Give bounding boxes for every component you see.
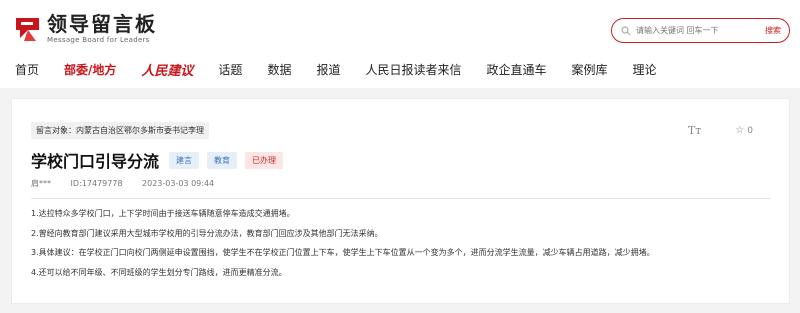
title-row: 学校门口引导分流 建言 教育 已办理: [31, 148, 291, 172]
content-paragraph: 1.达拉特众多学校门口，上下学时间由于接送车辆随意停车造成交通拥堵。: [31, 209, 295, 218]
nav-item-enterprise-direct[interactable]: 政企直通车: [486, 61, 546, 78]
message-date: 2023-03-03 09:44: [142, 179, 215, 188]
message-meta: 肩*** ID:17479778 2023-03-03 09:44: [31, 178, 231, 189]
nav-item-reports[interactable]: 报道: [316, 61, 340, 78]
nav-item-ministries-local[interactable]: 部委/地方: [64, 61, 116, 78]
nav-item-topics[interactable]: 话题: [218, 61, 242, 78]
nav-item-reader-letters[interactable]: 人民日报读者来信: [365, 61, 461, 78]
logo-icon: [16, 17, 39, 41]
logo-subtitle: Message Board for Leaders: [47, 36, 150, 44]
nav-item-case-library[interactable]: 案例库: [572, 61, 608, 78]
search-icon: [621, 25, 631, 35]
star-icon[interactable]: ☆: [735, 125, 744, 136]
message-content: 1.达拉特众多学校门口，上下学时间由于接送车辆随意停车造成交通拥堵。 2.曾经向…: [31, 209, 776, 287]
search-box: 搜索: [611, 18, 790, 43]
author: 肩***: [31, 179, 51, 188]
nav-item-people-suggestions[interactable]: 人民建议: [141, 60, 193, 79]
star-count: 0: [747, 125, 753, 136]
main-nav: 首页 部委/地方 人民建议 话题 数据 报道 人民日报读者来信 政企直通车 案例…: [0, 55, 800, 83]
tag-education: 教育: [207, 151, 238, 169]
content-paragraph: 2.曾经向教育部门建议采用大型城市学校用的引导分流办法，教育部门回应涉及其他部门…: [31, 228, 383, 238]
tag-suggestion: 建言: [169, 151, 200, 169]
logo-title: 领导留言板: [47, 12, 157, 36]
top-bar: 领导留言板 Message Board for Leaders 搜索 首页 部委…: [0, 0, 800, 88]
nav-item-home[interactable]: 首页: [15, 61, 39, 78]
divider: [31, 198, 771, 199]
nav-item-theory[interactable]: 理论: [633, 61, 657, 78]
search-input[interactable]: [636, 26, 746, 35]
message-card: 留言对象：内蒙古自治区鄂尔多斯市委书记李理 Tт ☆ 0 学校门口引导分流 建言…: [11, 98, 790, 304]
content-paragraph: 3.具体建议：在学校正门口向校门两侧延申设置围挡，使学生不在学校正门位置上下车，…: [31, 248, 655, 257]
recipient-label: 留言对象：内蒙古自治区鄂尔多斯市委书记李理: [31, 122, 209, 139]
status-badge: 已办理: [245, 151, 284, 169]
font-size-icon[interactable]: Tт: [688, 124, 701, 137]
site-logo[interactable]: 领导留言板 Message Board for Leaders: [14, 13, 157, 45]
message-title: 学校门口引导分流: [31, 152, 160, 171]
nav-item-data[interactable]: 数据: [267, 61, 291, 78]
content-paragraph: 4.还可以给不同年级、不同班级的学生划分专门路线，进而更精准分流。: [31, 267, 287, 277]
search-button[interactable]: 搜索: [765, 25, 781, 36]
message-id: ID:17479778: [70, 179, 123, 188]
message-tools: Tт ☆ 0: [688, 124, 753, 137]
